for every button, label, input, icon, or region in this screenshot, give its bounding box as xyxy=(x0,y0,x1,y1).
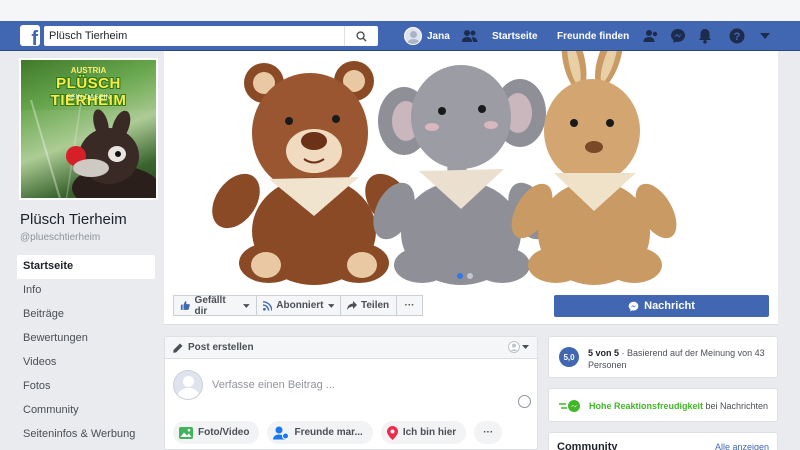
checkin-button[interactable]: Ich bin hier xyxy=(380,421,467,444)
carousel-dot[interactable] xyxy=(467,273,473,279)
facebook-logo-icon[interactable]: f xyxy=(20,25,40,46)
notifications-button[interactable] xyxy=(696,27,714,45)
follow-button-label: Abonniert xyxy=(276,300,324,311)
composer-header[interactable]: Post erstellen xyxy=(165,337,537,359)
plush-animals-image xyxy=(212,51,677,285)
page-handle[interactable]: @plueschtierheim xyxy=(20,232,100,243)
composer-title: Post erstellen xyxy=(188,342,254,353)
nav-home-link[interactable]: Startseite xyxy=(492,31,538,42)
caret-down-icon xyxy=(327,303,334,308)
composer-more-label: ··· xyxy=(483,427,494,438)
search-icon xyxy=(356,30,367,42)
photo-video-button[interactable]: Foto/Video xyxy=(173,421,260,444)
composer-actions: Foto/Video Freunde mar... Ich bin hier ·… xyxy=(173,421,503,444)
friend-requests-icon xyxy=(643,30,658,42)
caret-down-icon xyxy=(243,303,250,308)
community-title: Community xyxy=(557,441,618,450)
community-see-all-link[interactable]: Alle anzeigen xyxy=(715,442,769,450)
photo-video-label: Foto/Video xyxy=(198,427,250,438)
cover-carousel-dots xyxy=(457,273,473,279)
caret-down-icon xyxy=(522,345,529,349)
tag-friends-label: Freunde mar... xyxy=(294,427,363,438)
find-friends-icon[interactable] xyxy=(461,27,479,45)
thumbs-up-icon xyxy=(180,301,190,310)
rating-badge: 5,0 xyxy=(559,347,579,367)
left-column: AUSTRIA PLÜSCH TIERHEIM SEIN DASEIN Plüs… xyxy=(0,51,163,450)
composer-avatar xyxy=(173,370,203,400)
location-pin-icon xyxy=(386,425,398,440)
search-button[interactable] xyxy=(344,26,378,46)
caret-down-icon xyxy=(760,33,770,39)
carousel-dot-active[interactable] xyxy=(457,273,463,279)
checkin-label: Ich bin hier xyxy=(402,427,457,438)
rating-score: 5 von 5 xyxy=(588,348,620,358)
pencil-icon xyxy=(173,343,183,353)
cover-photo[interactable] xyxy=(164,51,778,287)
search-box xyxy=(44,26,378,46)
sidebar-item-fotos[interactable]: Fotos xyxy=(17,375,155,399)
sidebar-item-beitraege[interactable]: Beiträge xyxy=(17,303,155,327)
responsiveness-text: Hohe Reaktionsfreudigkeit bei Nachrichte… xyxy=(589,401,768,411)
search-input[interactable] xyxy=(44,26,344,46)
people-icon xyxy=(462,30,478,42)
page-action-bar: Gefällt dir Abonniert Teilen ··· Nachric… xyxy=(164,287,778,325)
photo-icon xyxy=(179,426,193,439)
bell-icon xyxy=(699,29,711,44)
like-button-label: Gefällt dir xyxy=(194,294,226,317)
responsiveness-card: Hohe Reaktionsfreudigkeit bei Nachrichte… xyxy=(548,388,778,422)
sidebar-item-bewertungen[interactable]: Bewertungen xyxy=(17,327,155,351)
browser-strip xyxy=(0,0,800,21)
nav-find-friends-link[interactable]: Freunde finden xyxy=(557,31,629,42)
more-options-button[interactable]: ··· xyxy=(396,295,423,316)
elephant-figure xyxy=(373,65,550,285)
share-button[interactable]: Teilen xyxy=(340,295,397,316)
like-button[interactable]: Gefällt dir xyxy=(173,294,257,317)
responsiveness-rest: bei Nachrichten xyxy=(703,401,769,411)
sidebar-item-videos[interactable]: Videos xyxy=(17,351,155,375)
responsiveness-strong: Hohe Reaktionsfreudigkeit xyxy=(589,401,704,411)
rss-icon xyxy=(263,300,273,311)
post-composer: Post erstellen Verfasse einen Beitrag ..… xyxy=(164,336,538,450)
follow-button[interactable]: Abonniert xyxy=(256,295,341,316)
sidebar-menu: Startseite Info Beiträge Bewertungen Vid… xyxy=(17,255,155,447)
more-options-label: ··· xyxy=(404,300,415,311)
messenger-icon xyxy=(628,301,639,311)
community-card: Community Alle anzeigen xyxy=(548,432,778,450)
profile-picture[interactable]: AUSTRIA PLÜSCH TIERHEIM SEIN DASEIN xyxy=(19,58,158,200)
nav-user-profile[interactable]: Jana xyxy=(404,26,450,46)
composer-placeholder[interactable]: Verfasse einen Beitrag ... xyxy=(212,379,335,391)
user-circle-icon xyxy=(508,341,520,353)
help-icon: ? xyxy=(729,28,745,44)
page-title[interactable]: Plüsch Tierheim xyxy=(20,211,127,228)
messenger-button[interactable] xyxy=(669,27,687,45)
share-button-label: Teilen xyxy=(361,300,390,311)
plush-mascot-image xyxy=(21,99,156,198)
messenger-badge-icon xyxy=(559,400,580,412)
sidebar-item-info[interactable]: Info xyxy=(17,279,155,303)
friend-requests-button[interactable] xyxy=(642,27,660,45)
nav-user-name: Jana xyxy=(427,30,450,42)
top-nav-bar: f Jana Startseite Freunde finden xyxy=(0,21,800,51)
share-arrow-icon xyxy=(347,301,357,310)
account-menu-button[interactable] xyxy=(756,27,774,45)
tag-friends-button[interactable]: Freunde mar... xyxy=(267,421,373,444)
composer-input-row[interactable]: Verfasse einen Beitrag ... xyxy=(173,370,335,400)
composer-audience-selector[interactable] xyxy=(508,341,529,353)
user-avatar xyxy=(404,27,422,45)
sidebar-item-seiteninfos[interactable]: Seiteninfos & Werbung xyxy=(17,423,155,447)
tag-friends-icon xyxy=(273,426,290,439)
sidebar-item-startseite[interactable]: Startseite xyxy=(17,255,155,279)
rating-card[interactable]: 5,0 5 von 5 · Basierend auf der Meinung … xyxy=(548,336,778,378)
emoji-icon[interactable] xyxy=(518,395,531,408)
messenger-icon xyxy=(671,29,685,43)
svg-text:?: ? xyxy=(734,31,741,43)
help-button[interactable]: ? xyxy=(728,27,746,45)
sidebar-item-community[interactable]: Community xyxy=(17,399,155,423)
composer-more-button[interactable]: ··· xyxy=(474,421,503,444)
send-message-label: Nachricht xyxy=(644,300,695,312)
send-message-button[interactable]: Nachricht xyxy=(554,295,769,317)
rating-summary: 5 von 5 · Basierend auf der Meinung von … xyxy=(588,347,773,371)
